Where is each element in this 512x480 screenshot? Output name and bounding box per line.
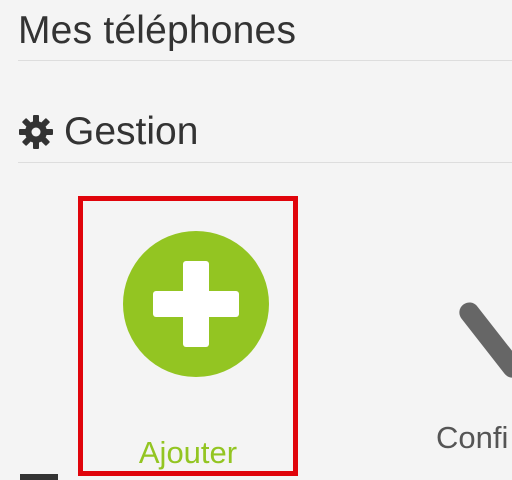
wrench-icon [459, 302, 512, 378]
config-tile[interactable]: Confi [420, 270, 512, 470]
section-title: Gestion [64, 110, 199, 153]
partial-icon-bottom [20, 474, 58, 480]
config-label: Confi [436, 420, 509, 455]
add-label: Ajouter [138, 435, 238, 470]
section-heading-gestion: Gestion [18, 107, 198, 157]
gear-icon [19, 115, 53, 149]
page-title: Mes téléphones [18, 9, 297, 52]
add-phone-tile[interactable]: Ajouter [78, 196, 298, 476]
plus-circle-icon [123, 231, 269, 377]
title-divider [18, 60, 512, 61]
section-divider [18, 162, 512, 163]
